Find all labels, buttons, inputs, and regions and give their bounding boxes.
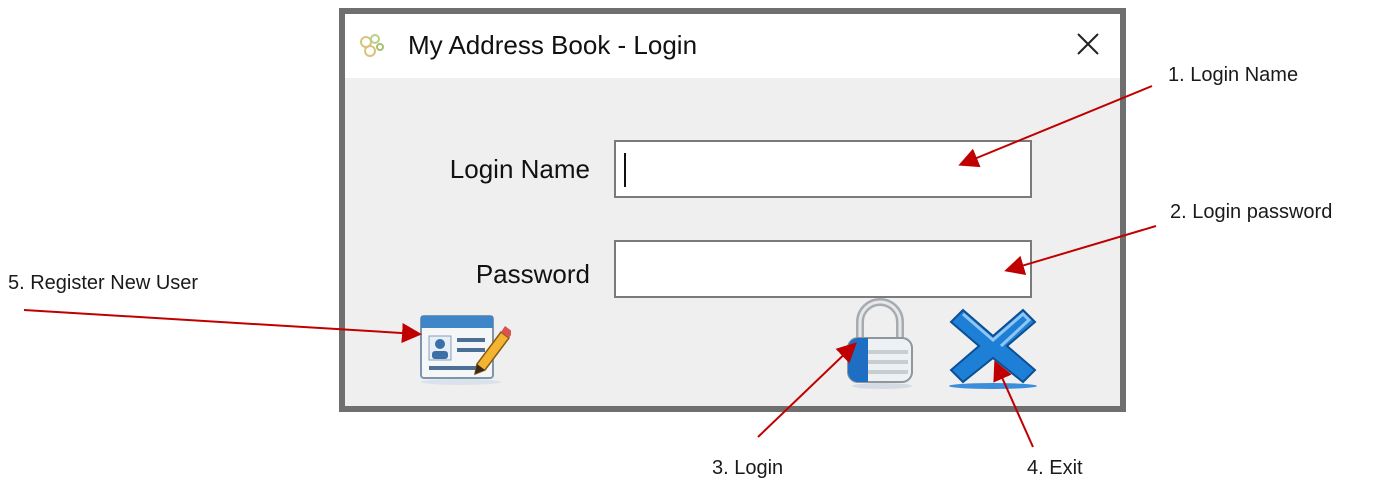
password-input[interactable]	[614, 240, 1032, 298]
callout-exit: 4. Exit	[1027, 457, 1083, 479]
title-bar[interactable]: My Address Book - Login	[345, 14, 1120, 78]
exit-button[interactable]	[943, 302, 1043, 390]
blue-x-icon	[943, 308, 1043, 394]
password-label: Password	[475, 259, 590, 289]
padlock-icon	[842, 298, 922, 394]
window-title: My Address Book - Login	[408, 30, 698, 60]
register-new-user-button[interactable]	[417, 308, 513, 386]
login-name-label: Login Name	[449, 154, 590, 184]
text-caret	[624, 153, 626, 187]
callout-login-name: 1. Login Name	[1168, 64, 1299, 86]
login-button[interactable]	[842, 298, 922, 390]
callout-login: 3. Login	[712, 457, 784, 479]
contact-card-pencil-icon	[417, 315, 513, 390]
login-dialog: My Address Book - Login Login Name Passw…	[339, 8, 1126, 412]
close-button[interactable]	[1056, 14, 1120, 78]
close-icon	[1076, 32, 1100, 61]
callout-register-new-user: 5. Register New User	[8, 272, 199, 294]
address-book-app-icon	[357, 32, 387, 62]
login-name-input[interactable]	[614, 140, 1032, 198]
callout-login-password: 2. Login password	[1170, 201, 1333, 223]
